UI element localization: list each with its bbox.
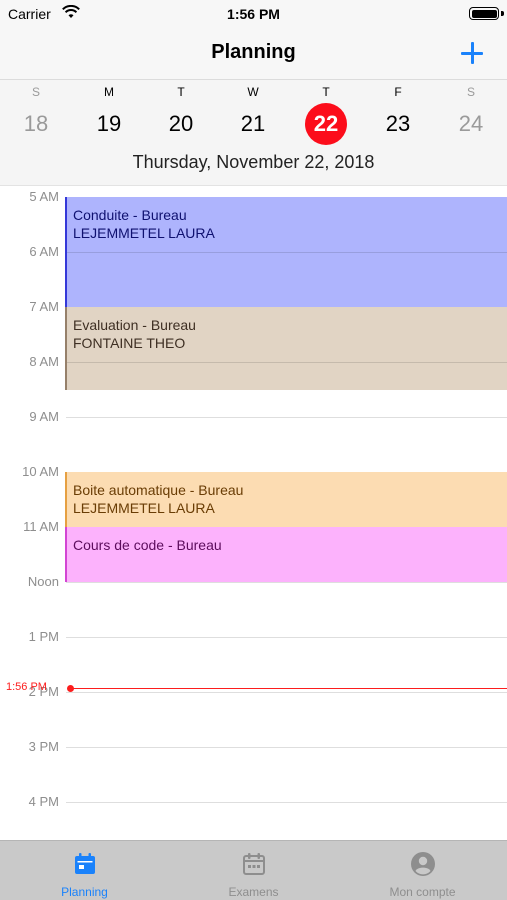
event-attendee: FONTAINE THEO — [73, 335, 186, 351]
day-letter: F — [394, 85, 402, 99]
event-attendee: LEJEMMETEL LAURA — [73, 500, 215, 516]
hour-label: 9 AM — [29, 409, 59, 424]
day-letter: T — [322, 85, 330, 99]
event-hour-divider — [67, 362, 507, 363]
tab-label: Mon compte — [389, 885, 456, 899]
calendar-icon — [243, 853, 265, 875]
event-block[interactable]: Boite automatique - Bureau LEJEMMETEL LAU… — [65, 472, 507, 527]
hour-label: 10 AM — [22, 464, 59, 479]
hour-gridline — [66, 747, 507, 748]
day-3[interactable]: W 21 — [223, 80, 283, 152]
hour-label: 4 PM — [28, 794, 59, 809]
user-icon — [411, 852, 435, 876]
hour-label: 5 AM — [29, 189, 59, 204]
day-number: 19 — [96, 111, 122, 136]
current-time-label: 1:56 PM — [6, 681, 47, 694]
day-letter: S — [31, 85, 40, 99]
day-1[interactable]: M 19 — [79, 80, 139, 152]
hour-gridline — [66, 417, 507, 418]
event-attendee: LEJEMMETEL LAURA — [73, 225, 215, 241]
tab-bar: Planning Examens Mon compte — [0, 840, 507, 900]
day-letter: T — [177, 85, 185, 99]
hour-label: 3 PM — [28, 739, 59, 754]
hour-gridline — [66, 637, 507, 638]
hour-gridline — [66, 802, 507, 803]
selected-day-number: 22 — [305, 103, 347, 145]
navigation-bar: Planning — [0, 28, 507, 80]
battery-icon — [469, 7, 499, 20]
event-title: Boite automatique - Bureau — [73, 482, 244, 498]
event-block[interactable]: Conduite - Bureau LEJEMMETEL LAURA — [65, 197, 507, 307]
day-5[interactable]: F 23 — [368, 80, 428, 152]
day-letter: W — [247, 85, 259, 99]
hour-label: 11 AM — [23, 519, 59, 534]
day-0[interactable]: S 18 — [6, 80, 66, 152]
day-letter: S — [466, 85, 475, 99]
plus-icon[interactable] — [457, 38, 487, 68]
day-number: 21 — [240, 111, 266, 136]
day-number: 20 — [168, 111, 194, 136]
tab-planning[interactable]: Planning — [0, 841, 169, 900]
day-4[interactable]: T 22 — [296, 80, 356, 152]
current-time-line — [70, 687, 507, 690]
event-hour-divider — [67, 252, 507, 253]
status-clock: 1:56 PM — [227, 6, 280, 22]
day-number: 24 — [458, 111, 484, 136]
event-block[interactable]: Evaluation - Bureau FONTAINE THEO — [65, 307, 507, 390]
battery-tip — [501, 11, 504, 16]
event-title: Cours de code - Bureau — [73, 537, 222, 553]
event-block[interactable]: Cours de code - Bureau — [65, 527, 507, 582]
tab-label: Planning — [61, 885, 108, 899]
hour-label: 8 AM — [29, 354, 59, 369]
day-number: 23 — [385, 111, 411, 136]
tab-mon-compte[interactable]: Mon compte — [338, 841, 507, 900]
event-title: Evaluation - Bureau — [73, 317, 196, 333]
status-bar: Carrier 1:56 PM — [0, 0, 507, 28]
selected-date-label: Thursday, November 22, 2018 — [132, 152, 375, 172]
calendar-icon — [75, 853, 95, 874]
tab-examens[interactable]: Examens — [169, 841, 338, 900]
day-number: 18 — [23, 111, 49, 136]
day-6[interactable]: S 24 — [441, 80, 501, 152]
day-letter: M — [104, 85, 114, 99]
hour-label: 1 PM — [28, 629, 59, 644]
hour-label: 6 AM — [29, 244, 59, 259]
event-title: Conduite - Bureau — [73, 207, 187, 223]
hour-label: 7 AM — [29, 299, 59, 314]
day-timeline[interactable]: 5 AM 6 AM 7 AM 8 AM 9 AM 10 AM 11 AM Noon 1 PM 2 … — [0, 187, 507, 840]
hour-gridline — [66, 692, 507, 693]
hour-label: Noon — [27, 574, 59, 589]
day-2[interactable]: T 20 — [151, 80, 211, 152]
page-title: Planning — [211, 41, 296, 63]
tab-label: Examens — [228, 885, 279, 899]
week-strip: Thursday, November 22, 2018 S 18 M 19 T 20 W 21… — [0, 80, 507, 186]
current-time-dot — [67, 684, 74, 692]
hour-gridline — [66, 582, 507, 583]
